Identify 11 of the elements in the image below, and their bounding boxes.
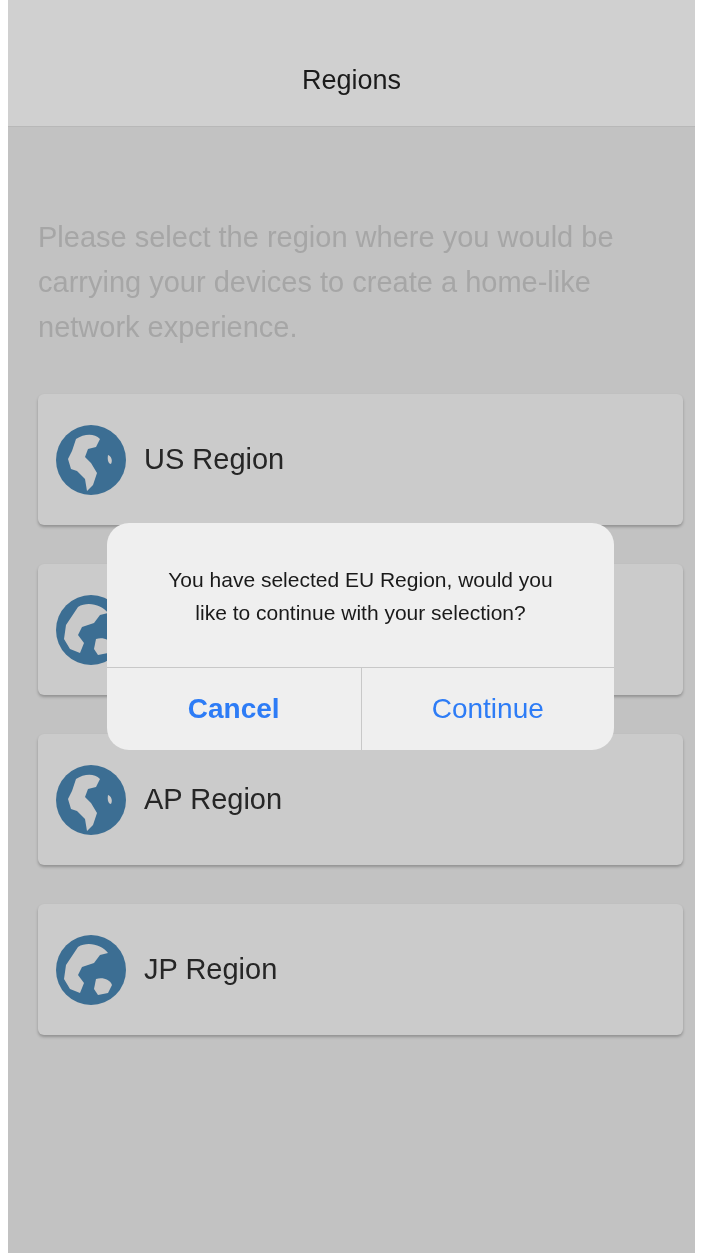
region-label: AP Region	[144, 783, 283, 816]
globe-icon	[56, 764, 126, 835]
screen-title: Regions	[301, 64, 402, 96]
region-option[interactable]: JP Region	[38, 904, 683, 1035]
region-label: JP Region	[144, 953, 278, 986]
globe-icon	[56, 934, 126, 1005]
globe-icon	[56, 424, 126, 495]
dialog-message: You have selected EU Region, would you like to continue with your selection?	[167, 567, 554, 626]
region-label: US Region	[144, 443, 285, 476]
region-option[interactable]: US Region	[38, 394, 683, 525]
region-option[interactable]: AP Region	[38, 734, 683, 865]
